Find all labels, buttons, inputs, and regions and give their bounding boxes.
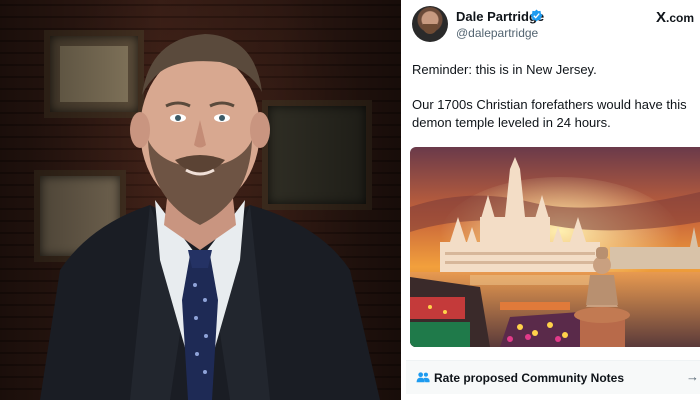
community-notes-bar[interactable]: Rate proposed Community Notes →: [406, 360, 700, 394]
temple-image[interactable]: [410, 147, 700, 347]
verified-badge-icon: [530, 9, 543, 22]
x-logo[interactable]: X.com: [656, 9, 694, 26]
tweet-card: Dale Partridge @dalepartridge X.com Remi…: [406, 0, 700, 400]
man-in-suit-figure: [40, 34, 380, 400]
tweet-line: Our 1700s Christian forefathers would ha…: [412, 97, 687, 130]
portrait-photo: [0, 0, 401, 400]
user-handle[interactable]: @dalepartridge: [456, 26, 538, 40]
avatar[interactable]: [412, 6, 448, 42]
tweet-line: Reminder: this is in New Jersey.: [412, 62, 597, 77]
tweet-text: Reminder: this is in New Jersey. Our 170…: [412, 61, 698, 149]
community-notes-label[interactable]: Rate proposed Community Notes: [434, 371, 624, 385]
people-icon: [416, 372, 430, 383]
arrow-right-icon[interactable]: →: [686, 369, 699, 384]
